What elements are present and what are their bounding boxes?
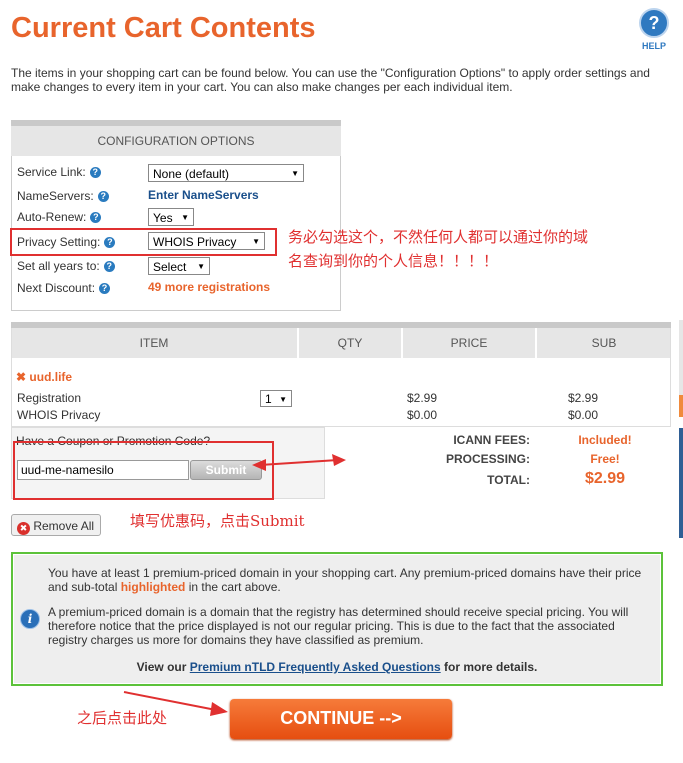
continue-button[interactable]: CONTINUE --> [230, 699, 452, 739]
cart-domain: ✖ uud.life [16, 370, 72, 384]
whois-privacy-label: WHOIS Privacy [17, 408, 101, 422]
enter-nameservers-link[interactable]: Enter NameServers [148, 188, 259, 202]
domain-name: uud.life [29, 370, 73, 384]
notice-paragraph-1: You have at least 1 premium-priced domai… [48, 566, 642, 594]
coupon-input[interactable]: uud-me-namesilo [17, 460, 189, 480]
side-tab[interactable] [679, 395, 683, 417]
arrow-icon [123, 691, 228, 716]
total-label: TOTAL: [487, 473, 530, 487]
auto-renew-label: Auto-Renew:? [17, 210, 102, 224]
icann-fees-value: Included! [578, 433, 632, 447]
set-years-label: Set all years to:? [17, 259, 115, 273]
qty-select[interactable]: 1 ▼ [260, 390, 292, 407]
config-heading: CONFIGURATION OPTIONS [11, 126, 341, 156]
service-link-select[interactable]: None (default) ▼ [148, 164, 304, 182]
next-discount-label: Next Discount:? [17, 281, 111, 295]
nameservers-label: NameServers:? [17, 189, 109, 203]
info-icon: i [20, 609, 40, 629]
page-title: Current Cart Contents [11, 12, 316, 44]
next-discount-value: 49 more registrations [148, 280, 271, 294]
double-arrow-icon [252, 454, 346, 471]
dropdown-arrow-icon: ▼ [291, 169, 299, 178]
dropdown-arrow-icon: ▼ [279, 395, 287, 404]
dropdown-arrow-icon: ▼ [252, 237, 260, 246]
notice-paragraph-3: View our Premium nTLD Frequently Asked Q… [136, 660, 538, 674]
question-icon[interactable]: ? [99, 283, 111, 294]
whois-privacy-sub: $0.00 [568, 408, 599, 422]
premium-faq-link[interactable]: Premium nTLD Frequently Asked Questions [190, 660, 441, 674]
side-panel[interactable] [679, 428, 683, 538]
remove-all-label: Remove All [33, 519, 95, 533]
total-value: $2.99 [584, 470, 626, 487]
question-icon[interactable]: ? [89, 167, 101, 178]
processing-value: Free! [590, 452, 620, 466]
help-label: HELP [641, 41, 666, 51]
service-link-label: Service Link:? [17, 165, 101, 179]
registration-price: $2.99 [407, 391, 438, 405]
auto-renew-select[interactable]: Yes ▼ [148, 208, 194, 226]
privacy-annotation: 务必勾选这个，不然任何人都可以通过你的域 名查询到你的个人信息！！！！ [288, 228, 589, 270]
intro-text: The items in your shopping cart can be f… [11, 66, 650, 94]
remove-all-button[interactable]: ✖ Remove All [11, 514, 101, 536]
icann-fees-label: ICANN FEES: [453, 433, 530, 447]
highlighted-text: highlighted [120, 580, 186, 594]
remove-item-icon[interactable]: ✖ [16, 370, 26, 384]
coupon-annotation: 填写优惠码，点击Submit [130, 512, 305, 530]
privacy-setting-select[interactable]: WHOIS Privacy ▼ [148, 232, 265, 250]
set-years-select[interactable]: Select ▼ [148, 257, 210, 275]
processing-label: PROCESSING: [445, 452, 530, 466]
question-icon[interactable]: ? [104, 237, 116, 248]
notice-paragraph-2: A premium-priced domain is a domain that… [48, 605, 629, 647]
question-icon[interactable]: ? [97, 191, 109, 202]
registration-sub: $2.99 [568, 391, 599, 405]
question-icon[interactable]: ? [90, 212, 102, 223]
help-button[interactable]: ? HELP [638, 8, 670, 51]
privacy-setting-label: Privacy Setting:? [17, 235, 116, 249]
remove-icon: ✖ [17, 522, 30, 535]
registration-label: Registration [17, 391, 82, 405]
dropdown-arrow-icon: ▼ [181, 213, 189, 222]
whois-privacy-price: $0.00 [407, 408, 438, 422]
question-icon[interactable]: ? [103, 261, 115, 272]
dropdown-arrow-icon: ▼ [197, 262, 205, 271]
help-icon: ? [639, 8, 669, 38]
